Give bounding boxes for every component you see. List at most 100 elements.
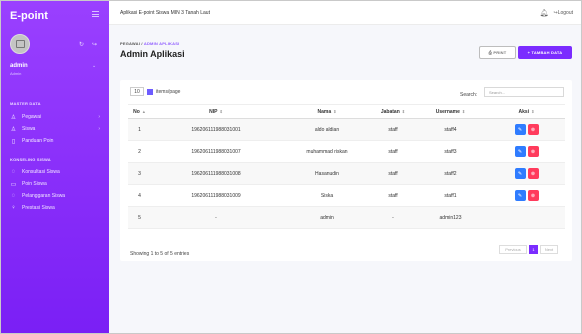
cell-nip: 196206111988031009: [151, 184, 281, 207]
add-data-button[interactable]: + TAMBAH DATA: [518, 46, 572, 59]
sidebar-item-siswa[interactable]: ♙ Siswa ›: [10, 124, 100, 134]
logout-icon[interactable]: ↪: [92, 41, 97, 48]
header-jabatan[interactable]: Jabatan ⇕: [373, 104, 413, 119]
search-input[interactable]: Search...: [484, 87, 564, 97]
page-size-select[interactable]: 10: [130, 87, 144, 96]
cell-username: staff2: [413, 162, 488, 185]
user-name: admin: [10, 63, 28, 69]
table-header-row: No ▲ NIP ⇕ Nama ⇕ Jabatan ⇕ Username ⇕ Aksi ⇕: [128, 104, 565, 119]
person-icon: ♙: [10, 114, 17, 121]
print-icon: ⎙: [488, 50, 493, 55]
sidebar-item-label: Prestasi Siswa: [22, 205, 55, 211]
sort-icon: ⇕: [461, 108, 466, 114]
page-app-title: Aplikasi E-point Siswa MIN 3 Tanah Laut: [120, 10, 210, 16]
admin-table: No ▲ NIP ⇕ Nama ⇕ Jabatan ⇕ Username ⇕ Aksi ⇕ …: [128, 104, 565, 229]
delete-button[interactable]: ⊗: [527, 168, 539, 179]
menu-icon[interactable]: [92, 11, 99, 17]
edit-icon: ✎: [517, 170, 523, 177]
table-row: 1 196206111988031001 aldo aldian staff s…: [128, 118, 565, 141]
delete-icon: ⊗: [530, 170, 536, 177]
sidebar-item-label: Pegawai: [22, 114, 42, 120]
delete-button[interactable]: ⊗: [527, 146, 539, 157]
delete-button[interactable]: ⊗: [527, 124, 539, 135]
avatar: [10, 34, 30, 54]
cell-jabatan: -: [373, 206, 413, 229]
cell-no: 4: [128, 184, 151, 207]
sidebar-item-pegawai[interactable]: ♙ Pegawai ›: [10, 112, 100, 122]
cell-jabatan: staff: [373, 184, 413, 207]
page-size-label: items/page: [156, 88, 181, 95]
section-master-data: MASTER DATA: [10, 101, 41, 106]
cell-no: 1: [128, 118, 151, 141]
brand-logo: E-point: [10, 10, 48, 22]
cell-jabatan: staff: [373, 118, 413, 141]
sort-icon: ▲: [141, 108, 146, 114]
chevron-right-icon: ›: [98, 114, 100, 120]
logout-link[interactable]: ↪Logout: [554, 10, 574, 16]
cell-aksi: ✎ ⊗: [488, 118, 565, 141]
delete-icon: ⊗: [530, 148, 536, 155]
topbar: Aplikasi E-point Siswa MIN 3 Tanah Laut …: [109, 1, 581, 25]
cell-no: 2: [128, 140, 151, 163]
cell-username: staff4: [413, 118, 488, 141]
edit-button[interactable]: ✎: [514, 146, 526, 157]
table-row: 4 196206111988031009 Siska staff staff1 …: [128, 184, 565, 207]
sidebar-item-pelanggaran-siswa[interactable]: ◌ Pelanggaran Siswa: [10, 191, 100, 201]
cell-aksi: ✎ ⊗: [488, 162, 565, 185]
sort-icon: ⇕: [219, 108, 223, 114]
edit-button[interactable]: ✎: [514, 190, 526, 201]
cell-nip: 196206111988031007: [151, 140, 281, 163]
page-title: Admin Aplikasi: [120, 49, 185, 59]
page-1-button[interactable]: 1: [529, 245, 538, 254]
chevron-right-icon: ›: [98, 126, 100, 132]
breadcrumb-root[interactable]: PEGAWAI: [120, 41, 140, 46]
delete-icon: ⊗: [530, 126, 536, 133]
cell-username: staff3: [413, 140, 488, 163]
chevron-down-icon[interactable]: ⌄: [92, 63, 96, 69]
sidebar: E-point ↻ ↪ admin Admin ⌄ MASTER DATA ♙ …: [1, 1, 109, 333]
cell-username: staff1: [413, 184, 488, 207]
sort-icon: ⇕: [401, 108, 406, 114]
data-table-card: 10 items/page Search: Search... No ▲ NIP ⇕…: [120, 80, 572, 261]
cell-username: admin123: [413, 206, 488, 229]
header-no[interactable]: No ▲: [128, 104, 151, 119]
delete-button[interactable]: ⊗: [527, 190, 539, 201]
table-row: 3 196206111988031008 Hasanudin staff sta…: [128, 162, 565, 185]
sidebar-item-label: Panduan Poin: [22, 138, 54, 144]
header-username[interactable]: Username ⇕: [413, 104, 488, 119]
cell-no: 3: [128, 162, 151, 185]
print-button[interactable]: ⎙ PRINT: [479, 46, 516, 59]
refresh-icon[interactable]: ↻: [79, 41, 84, 48]
sidebar-item-label: Poin Siswa: [22, 181, 47, 187]
cell-nama: muhammad riskan: [281, 140, 373, 163]
edit-icon: ✎: [517, 148, 523, 155]
header-aksi[interactable]: Aksi ⇕: [488, 104, 565, 119]
breadcrumb-separator: /: [141, 41, 143, 46]
user-role: Admin: [10, 71, 22, 76]
cell-nama: Hasanudin: [281, 162, 373, 185]
sidebar-item-prestasi-siswa[interactable]: ♀ Prestasi Siswa: [10, 203, 100, 213]
sidebar-item-konsultasi-siswa[interactable]: ◌ Konsultasi Siswa: [10, 167, 100, 177]
cell-jabatan: staff: [373, 140, 413, 163]
search-label: Search:: [460, 92, 478, 98]
cell-aksi: ✎ ⊗: [488, 140, 565, 163]
logout-area: 🔔︎ ↪Logout: [540, 9, 573, 17]
edit-icon: ✎: [517, 192, 523, 199]
dropdown-icon[interactable]: [147, 88, 153, 95]
header-nip[interactable]: NIP ⇕: [151, 104, 281, 119]
previous-page-button[interactable]: Previous: [499, 245, 527, 254]
cell-nip: 196206111988031008: [151, 162, 281, 185]
sidebar-item-poin-siswa[interactable]: ▭ Poin Siswa: [10, 179, 100, 189]
sidebar-item-label: Konsultasi Siswa: [22, 169, 60, 175]
next-page-button[interactable]: Next: [540, 245, 558, 254]
cell-aksi: [488, 206, 565, 229]
book-icon: ▯: [11, 138, 16, 145]
sidebar-item-label: Siswa: [22, 126, 36, 132]
header-nama[interactable]: Nama ⇕: [281, 104, 373, 119]
sidebar-item-panduan-poin[interactable]: ▯ Panduan Poin: [10, 136, 100, 146]
award-icon: ♀: [11, 205, 16, 211]
bell-icon[interactable]: 🔔︎: [540, 9, 549, 17]
edit-button[interactable]: ✎: [514, 124, 526, 135]
edit-button[interactable]: ✎: [514, 168, 526, 179]
sort-icon: ⇕: [333, 108, 337, 114]
